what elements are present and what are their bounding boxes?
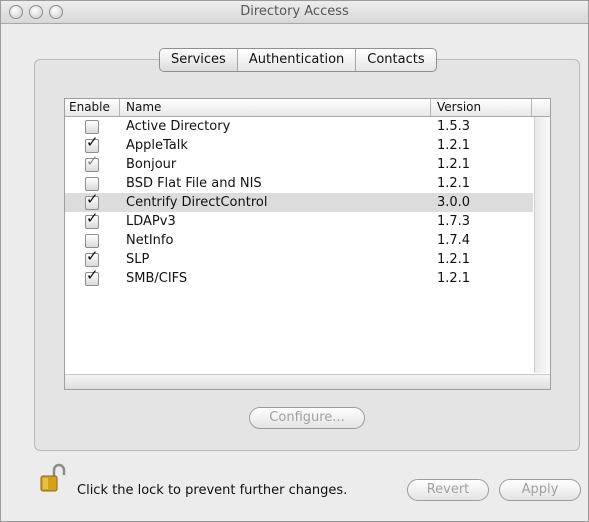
checkmark-icon: ✓	[86, 152, 99, 170]
column-divider	[119, 99, 120, 116]
window-title: Directory Access	[240, 4, 349, 19]
service-version: 1.2.1	[437, 138, 471, 153]
service-version: 3.0.0	[437, 195, 471, 210]
service-version: 1.2.1	[437, 271, 471, 286]
checkmark-icon: ✓	[86, 190, 99, 208]
tab-contacts[interactable]: Contacts	[356, 49, 435, 71]
column-header-name[interactable]: Name	[126, 100, 161, 114]
service-name: LDAPv3	[126, 214, 176, 229]
enable-checkbox[interactable]: ✓	[85, 211, 99, 229]
table-row[interactable]: ✓ LDAPv3 1.7.3	[65, 211, 533, 231]
enable-checkbox[interactable]: ✓	[85, 135, 99, 153]
service-name: AppleTalk	[126, 138, 188, 153]
enable-checkbox[interactable]	[85, 120, 99, 134]
checkmark-icon: ✓	[86, 247, 99, 265]
column-divider	[430, 99, 431, 116]
table-row[interactable]: ✓ AppleTalk 1.2.1	[65, 135, 533, 155]
service-version: 1.7.3	[437, 214, 471, 229]
service-name: Centrify DirectControl	[126, 195, 268, 210]
column-header-version[interactable]: Version	[437, 100, 481, 114]
enable-checkbox[interactable]: ✓	[85, 268, 99, 286]
tab-bar: Services Authentication Contacts	[159, 48, 437, 72]
apply-button[interactable]: Apply	[499, 479, 581, 501]
table-row[interactable]: ✓ SMB/CIFS 1.2.1	[65, 268, 533, 288]
configure-button[interactable]: Configure...	[249, 407, 365, 429]
lock-open-icon[interactable]	[40, 463, 66, 493]
service-version: 1.2.1	[437, 252, 471, 267]
service-name: BSD Flat File and NIS	[126, 176, 262, 191]
table-row[interactable]: NetInfo 1.7.4	[65, 231, 533, 250]
column-divider	[531, 99, 532, 116]
checkmark-icon: ✓	[86, 133, 99, 151]
table-row[interactable]: BSD Flat File and NIS 1.2.1	[65, 174, 533, 193]
horizontal-scrollbar[interactable]	[65, 374, 550, 389]
checkmark-icon: ✓	[86, 209, 99, 227]
enable-checkbox[interactable]: ✓	[85, 249, 99, 267]
enable-checkbox[interactable]	[85, 177, 99, 191]
service-name: SMB/CIFS	[126, 271, 188, 286]
checkmark-icon: ✓	[86, 266, 99, 284]
service-version: 1.2.1	[437, 176, 471, 191]
service-version: 1.7.4	[437, 233, 471, 248]
service-name: SLP	[126, 252, 150, 267]
service-version: 1.5.3	[437, 119, 471, 134]
title-bar[interactable]: Directory Access	[1, 1, 588, 24]
table-header: Enable Name Version	[65, 99, 550, 117]
table-row[interactable]: ✓ Bonjour 1.2.1	[65, 154, 533, 174]
column-header-enable[interactable]: Enable	[69, 100, 110, 114]
service-name: Bonjour	[126, 157, 177, 172]
table-body: Active Directory 1.5.3 ✓ AppleTalk 1.2.1 ✓ Bon…	[65, 117, 533, 288]
enable-checkbox[interactable]: ✓	[85, 192, 99, 210]
tab-services[interactable]: Services	[160, 49, 238, 71]
lock-message: Click the lock to prevent further change…	[77, 483, 348, 498]
enable-checkbox[interactable]	[85, 234, 99, 248]
services-table: Enable Name Version Active Directory 1.5.…	[64, 98, 551, 390]
table-row[interactable]: ✓ SLP 1.2.1	[65, 249, 533, 269]
vertical-scrollbar[interactable]	[534, 117, 550, 373]
service-name: Active Directory	[126, 119, 231, 134]
table-row[interactable]: Active Directory 1.5.3	[65, 117, 533, 136]
service-version: 1.2.1	[437, 157, 471, 172]
table-row[interactable]: ✓ Centrify DirectControl 3.0.0	[65, 192, 533, 212]
revert-button[interactable]: Revert	[407, 479, 489, 501]
directory-access-window: Directory Access Services Authentication…	[0, 0, 589, 522]
enable-checkbox[interactable]: ✓	[85, 154, 99, 172]
tab-authentication[interactable]: Authentication	[238, 49, 357, 71]
service-name: NetInfo	[126, 233, 174, 248]
